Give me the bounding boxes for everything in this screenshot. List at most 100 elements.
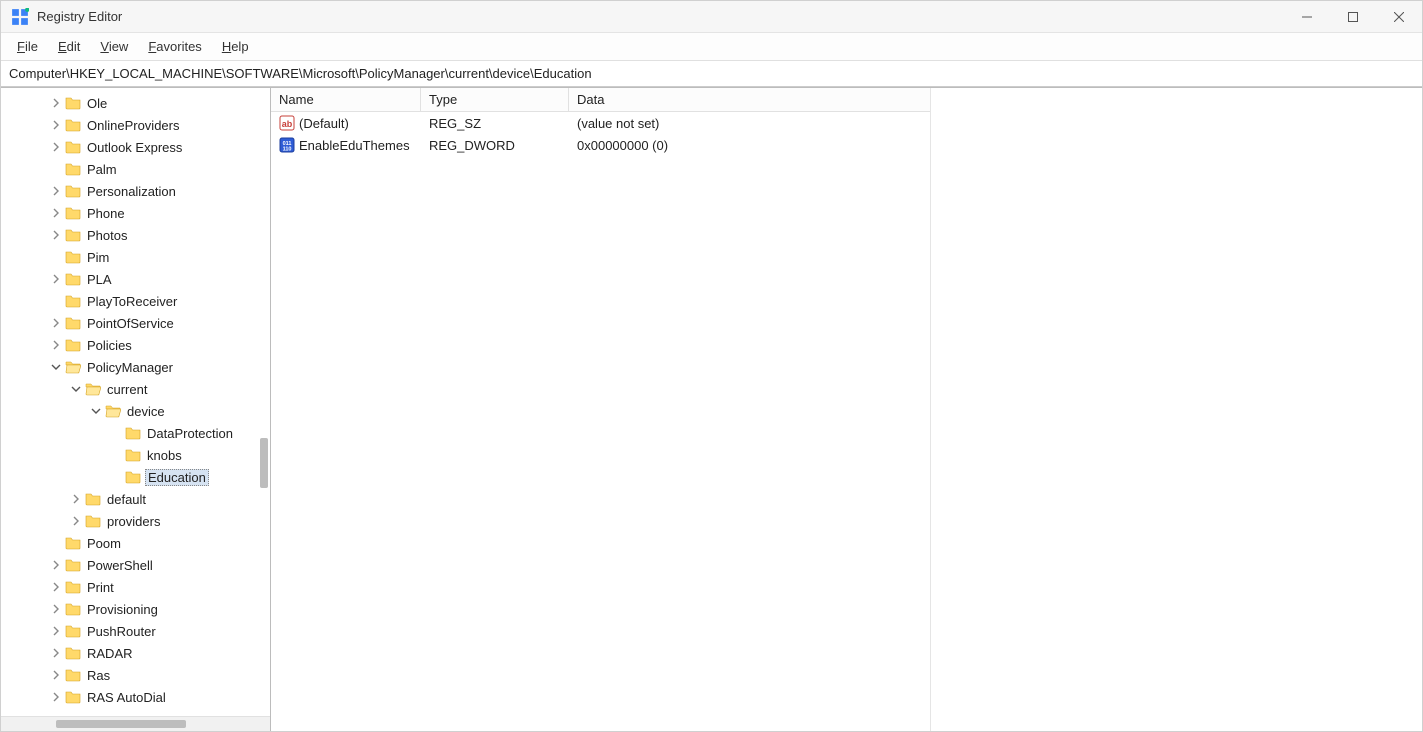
tree-item-ole[interactable]: Ole bbox=[1, 92, 270, 114]
chevron-right-icon[interactable] bbox=[49, 316, 63, 330]
value-name-cell: EnableEduThemes bbox=[271, 137, 421, 153]
column-header-name[interactable]: Name bbox=[271, 88, 421, 111]
tree-item-device[interactable]: device bbox=[1, 400, 270, 422]
menu-favorites[interactable]: Favorites bbox=[140, 36, 209, 57]
chevron-right-icon[interactable] bbox=[49, 140, 63, 154]
tree-vertical-scrollbar-thumb[interactable] bbox=[260, 438, 268, 488]
tree-item-playtoreceiver[interactable]: PlayToReceiver bbox=[1, 290, 270, 312]
minimize-button[interactable] bbox=[1284, 1, 1330, 33]
close-button[interactable] bbox=[1376, 1, 1422, 33]
tree-item-label: default bbox=[105, 492, 148, 507]
address-text: Computer\HKEY_LOCAL_MACHINE\SOFTWARE\Mic… bbox=[9, 66, 592, 81]
titlebar[interactable]: Registry Editor bbox=[1, 1, 1422, 33]
tree-item-pushrouter[interactable]: PushRouter bbox=[1, 620, 270, 642]
tree-item-pla[interactable]: PLA bbox=[1, 268, 270, 290]
tree-item-pim[interactable]: Pim bbox=[1, 246, 270, 268]
value-data-cell: 0x00000000 (0) bbox=[569, 138, 930, 153]
maximize-button[interactable] bbox=[1330, 1, 1376, 33]
folder-icon bbox=[125, 425, 141, 441]
folder-icon bbox=[65, 161, 81, 177]
tree-item-powershell[interactable]: PowerShell bbox=[1, 554, 270, 576]
chevron-right-icon[interactable] bbox=[49, 558, 63, 572]
tree-item-radar[interactable]: RADAR bbox=[1, 642, 270, 664]
tree-item-providers[interactable]: providers bbox=[1, 510, 270, 532]
tree-item-ras[interactable]: Ras bbox=[1, 664, 270, 686]
chevron-right-icon[interactable] bbox=[49, 602, 63, 616]
chevron-right-icon[interactable] bbox=[69, 492, 83, 506]
tree-item-palm[interactable]: Palm bbox=[1, 158, 270, 180]
chevron-right-icon[interactable] bbox=[49, 668, 63, 682]
tree-item-current[interactable]: current bbox=[1, 378, 270, 400]
tree-item-photos[interactable]: Photos bbox=[1, 224, 270, 246]
tree-item-label: PushRouter bbox=[85, 624, 158, 639]
tree-item-poom[interactable]: Poom bbox=[1, 532, 270, 554]
value-data-cell: (value not set) bbox=[569, 116, 930, 131]
tree-item-onlineproviders[interactable]: OnlineProviders bbox=[1, 114, 270, 136]
menu-view[interactable]: View bbox=[92, 36, 136, 57]
tree-horizontal-scrollbar-thumb[interactable] bbox=[56, 720, 186, 728]
tree-item-label: knobs bbox=[145, 448, 184, 463]
chevron-right-icon[interactable] bbox=[49, 206, 63, 220]
tree-item-ras-autodial[interactable]: RAS AutoDial bbox=[1, 686, 270, 708]
tree-item-provisioning[interactable]: Provisioning bbox=[1, 598, 270, 620]
folder-open-icon bbox=[105, 403, 121, 419]
folder-icon bbox=[65, 271, 81, 287]
chevron-right-icon[interactable] bbox=[49, 272, 63, 286]
chevron-right-icon[interactable] bbox=[49, 646, 63, 660]
tree-item-label: DataProtection bbox=[145, 426, 235, 441]
chevron-right-icon[interactable] bbox=[49, 338, 63, 352]
tree-item-label: Phone bbox=[85, 206, 127, 221]
tree-item-dataprotection[interactable]: DataProtection bbox=[1, 422, 270, 444]
value-name-cell: (Default) bbox=[271, 115, 421, 131]
value-row[interactable]: EnableEduThemesREG_DWORD0x00000000 (0) bbox=[271, 134, 930, 156]
chevron-right-icon[interactable] bbox=[69, 514, 83, 528]
values-panel: Name Type Data (Default)REG_SZ(value not… bbox=[271, 88, 1422, 731]
address-bar[interactable]: Computer\HKEY_LOCAL_MACHINE\SOFTWARE\Mic… bbox=[1, 61, 1422, 87]
folder-icon bbox=[125, 447, 141, 463]
tree-item-label: RAS AutoDial bbox=[85, 690, 168, 705]
column-header-type[interactable]: Type bbox=[421, 88, 569, 111]
tree-item-label: Education bbox=[145, 469, 209, 486]
folder-icon bbox=[65, 645, 81, 661]
chevron-right-icon[interactable] bbox=[49, 96, 63, 110]
column-header-data[interactable]: Data bbox=[569, 88, 930, 111]
tree-item-knobs[interactable]: knobs bbox=[1, 444, 270, 466]
tree-item-policies[interactable]: Policies bbox=[1, 334, 270, 356]
chevron-down-icon[interactable] bbox=[89, 404, 103, 418]
tree-item-phone[interactable]: Phone bbox=[1, 202, 270, 224]
tree-item-policymanager[interactable]: PolicyManager bbox=[1, 356, 270, 378]
menu-edit[interactable]: Edit bbox=[50, 36, 88, 57]
tree-item-personalization[interactable]: Personalization bbox=[1, 180, 270, 202]
chevron-right-icon[interactable] bbox=[49, 118, 63, 132]
values-empty-area bbox=[931, 88, 1422, 731]
chevron-right-icon[interactable] bbox=[49, 228, 63, 242]
value-name: EnableEduThemes bbox=[299, 138, 410, 153]
tree-scroll[interactable]: OleOnlineProvidersOutlook Express Palm Per… bbox=[1, 88, 270, 716]
menu-help[interactable]: Help bbox=[214, 36, 257, 57]
tree-item-default[interactable]: default bbox=[1, 488, 270, 510]
tree-horizontal-scrollbar[interactable] bbox=[1, 716, 270, 731]
tree-item-label: current bbox=[105, 382, 149, 397]
chevron-right-icon[interactable] bbox=[49, 184, 63, 198]
folder-icon bbox=[85, 513, 101, 529]
tree-item-pointofservice[interactable]: PointOfService bbox=[1, 312, 270, 334]
value-row[interactable]: (Default)REG_SZ(value not set) bbox=[271, 112, 930, 134]
folder-icon bbox=[65, 579, 81, 595]
chevron-right-icon[interactable] bbox=[49, 690, 63, 704]
tree-item-label: Poom bbox=[85, 536, 123, 551]
tree-item-outlook-express[interactable]: Outlook Express bbox=[1, 136, 270, 158]
folder-icon bbox=[65, 205, 81, 221]
tree-item-print[interactable]: Print bbox=[1, 576, 270, 598]
folder-icon bbox=[65, 139, 81, 155]
tree-item-label: PlayToReceiver bbox=[85, 294, 179, 309]
tree-item-label: Personalization bbox=[85, 184, 178, 199]
tree-item-education[interactable]: Education bbox=[1, 466, 270, 488]
caption-buttons bbox=[1284, 1, 1422, 33]
tree-item-label: device bbox=[125, 404, 167, 419]
chevron-right-icon[interactable] bbox=[49, 580, 63, 594]
chevron-down-icon[interactable] bbox=[69, 382, 83, 396]
tree-item-label: Palm bbox=[85, 162, 119, 177]
chevron-right-icon[interactable] bbox=[49, 624, 63, 638]
menu-file[interactable]: File bbox=[9, 36, 46, 57]
chevron-down-icon[interactable] bbox=[49, 360, 63, 374]
